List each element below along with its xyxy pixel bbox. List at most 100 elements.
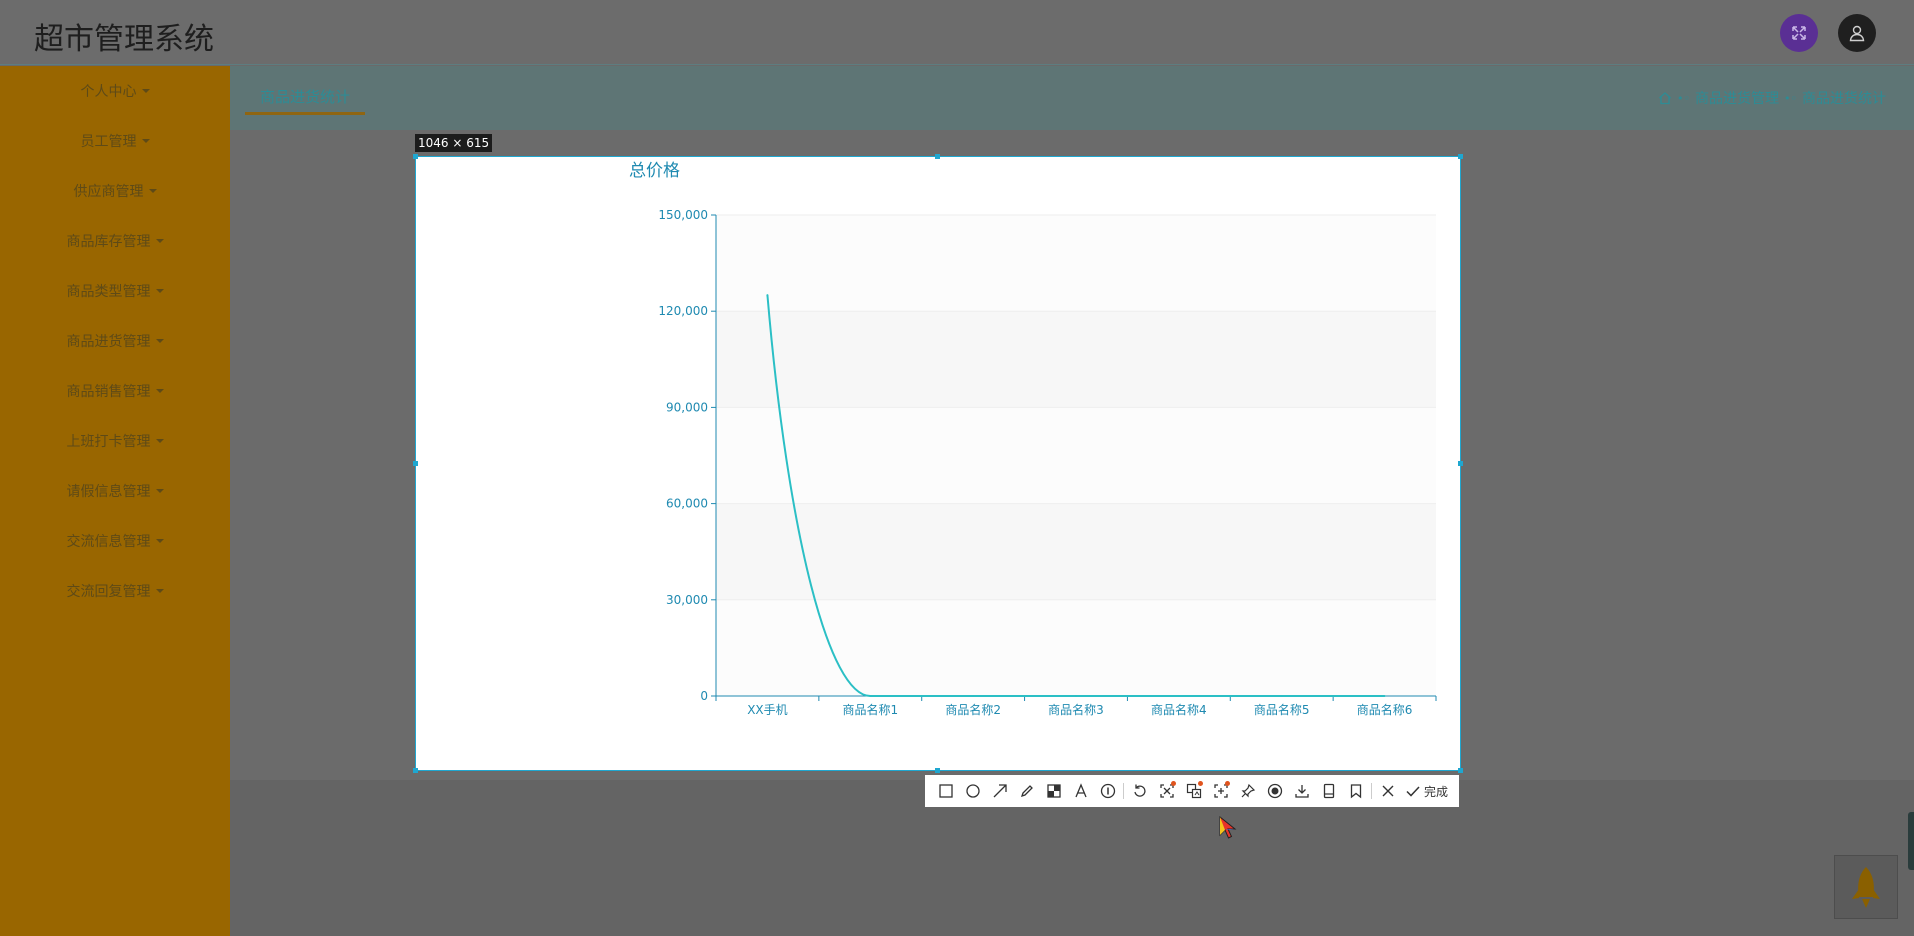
close-tool[interactable] [1374,775,1401,807]
y-tick-label: 120,000 [658,304,708,318]
grid-band [716,215,1436,312]
grid-band [716,311,1436,408]
number-icon [1100,783,1115,799]
x-tick-label: 商品名称1 [842,702,898,717]
sidebar-item-replies[interactable]: 交流回复管理 [0,566,230,616]
y-tick-label: 0 [700,689,708,703]
data-point [972,695,975,697]
y-tick-label: 150,000 [658,208,708,222]
sidebar-item-label: 请假信息管理 [66,484,151,500]
grid-band [716,599,1436,696]
sidebar-item-attendance[interactable]: 上班打卡管理 [0,416,230,466]
ellipse-icon [965,784,980,798]
y-tick-label: 90,000 [666,400,708,414]
mosaic-tool[interactable] [1040,775,1067,807]
caret-down-icon [155,589,164,593]
breadcrumb-separator-icon: •◦ [1677,91,1691,105]
data-point [869,695,872,697]
record-icon [1267,783,1282,799]
data-point [1383,695,1386,697]
download-tool[interactable] [1288,775,1315,807]
user-icon [1849,25,1865,42]
pin-tool[interactable] [1234,775,1261,807]
grid-band [716,407,1436,504]
breadcrumb-item[interactable]: 商品进货管理 [1695,88,1779,108]
pen-tool[interactable] [1013,775,1040,807]
sidebar-item-personal-center[interactable]: 个人中心 [0,66,230,116]
scroll-capture-tool[interactable] [1207,775,1234,807]
x-tick-label: 商品名称4 [1151,702,1207,717]
home-icon[interactable] [1658,91,1672,105]
data-point [766,294,769,297]
text-tool[interactable] [1067,775,1094,807]
rectangle-tool[interactable] [932,775,959,807]
tab-bar: 商品进货统计 •◦ 商品进货管理 •◦ 商品进货统计 [230,66,1914,130]
y-tick-label: 60,000 [666,497,708,511]
caret-down-icon [155,439,164,443]
sidebar-item-label: 商品进货管理 [66,334,151,350]
breadcrumb-item: 商品进货统计 [1802,91,1886,107]
arrow-icon [993,784,1007,798]
fullscreen-button[interactable] [1780,14,1818,52]
number-tool[interactable] [1094,775,1121,807]
undo-tool[interactable] [1126,775,1153,807]
capture-toolbar: 完成 [925,775,1459,807]
sidebar-item-purchases[interactable]: 商品进货管理 [0,316,230,366]
caret-down-icon [155,339,164,343]
sidebar-item-employees[interactable]: 员工管理 [0,116,230,166]
sidebar-item-suppliers[interactable]: 供应商管理 [0,166,230,216]
new-badge [1225,781,1230,786]
sidebar-item-label: 个人中心 [80,84,137,100]
sidebar-item-label: 交流回复管理 [66,584,151,600]
app-title: 超市管理系统 [34,22,214,57]
sidebar-item-inventory[interactable]: 商品库存管理 [0,216,230,266]
fullscreen-icon [1792,26,1806,40]
user-avatar-button[interactable] [1838,14,1876,52]
rectangle-icon [938,784,953,798]
sidebar-item-leave[interactable]: 请假信息管理 [0,466,230,516]
x-tick-label: 商品名称6 [1357,702,1413,717]
ocr-tool[interactable] [1153,775,1180,807]
caret-down-icon [155,389,164,393]
arrow-tool[interactable] [986,775,1013,807]
save-tool[interactable] [1315,775,1342,807]
done-button[interactable]: 完成 [1405,783,1448,800]
top-header: 超市管理系统 [0,0,1914,65]
mouse-cursor-icon [1219,816,1237,839]
new-badge [1171,781,1176,786]
sidebar-item-product-types[interactable]: 商品类型管理 [0,266,230,316]
sidebar-item-messages[interactable]: 交流信息管理 [0,516,230,566]
text-icon [1074,783,1087,798]
data-point [1075,695,1077,697]
back-to-top-button[interactable] [1834,855,1898,919]
capture-size-label: 1046 × 615 [415,134,493,152]
ellipse-tool[interactable] [959,775,986,807]
side-drawer-handle[interactable] [1908,812,1914,870]
caret-down-icon [155,239,164,243]
data-point [1177,695,1180,697]
caret-down-icon [148,189,157,193]
save-icon [1323,783,1334,799]
tab-purchase-stats[interactable]: 商品进货统计 [245,86,366,115]
sidebar-item-label: 商品销售管理 [66,384,151,400]
mosaic-icon [1046,784,1061,798]
sidebar: 个人中心 员工管理 供应商管理 商品库存管理 商品类型管理 商品进货管理 商品销… [0,66,230,936]
breadcrumb: •◦ 商品进货管理 •◦ 商品进货统计 [1658,88,1886,108]
x-tick-label: 商品名称5 [1254,702,1310,717]
rocket-icon [1852,867,1880,908]
pin-icon [1241,783,1255,798]
toolbar-divider [1123,783,1124,799]
sidebar-item-label: 员工管理 [80,134,137,150]
record-tool[interactable] [1261,775,1288,807]
x-tick-label: XX手机 [747,703,787,717]
caret-down-icon [155,489,164,493]
data-point [1280,695,1283,697]
bookmark-tool[interactable] [1342,775,1369,807]
toolbar-divider [1371,783,1372,799]
caret-down-icon [141,139,150,143]
sidebar-item-sales[interactable]: 商品销售管理 [0,366,230,416]
translate-tool[interactable] [1180,775,1207,807]
breadcrumb-separator-icon: •◦ [1784,91,1797,105]
new-badge [1198,781,1203,786]
undo-icon [1133,784,1146,797]
